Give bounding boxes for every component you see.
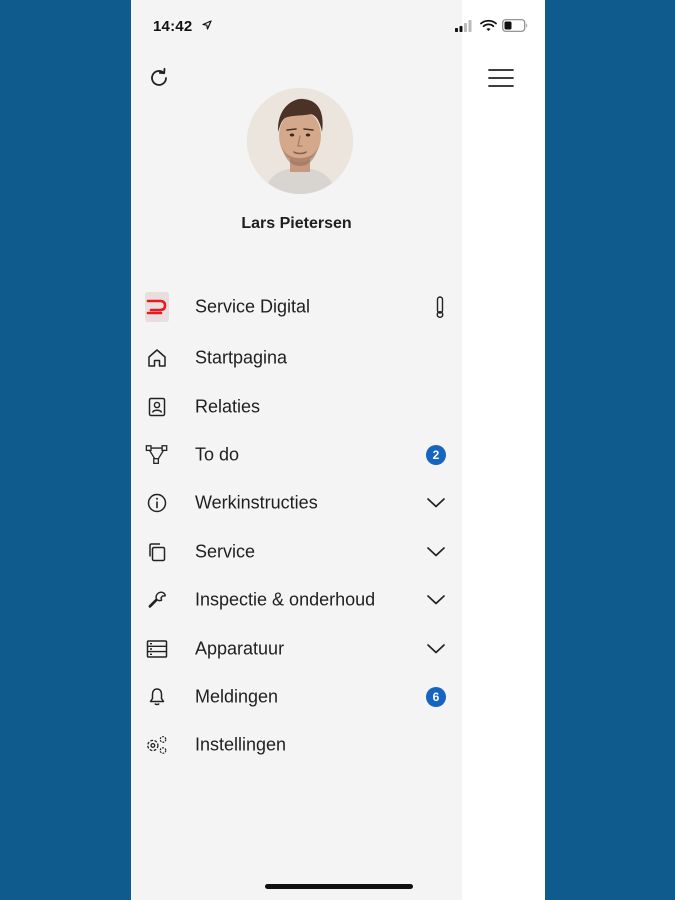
navigation-drawer: 14:42 Lars Pietersen Service Digital Sta… (131, 0, 462, 900)
battery-icon (502, 19, 528, 32)
menu-item-label: Instellingen (195, 734, 287, 755)
chevron-down-icon[interactable] (426, 643, 446, 655)
copy-icon (145, 540, 169, 564)
contact-card-icon (145, 395, 169, 419)
workflow-icon (145, 443, 169, 467)
chevron-down-icon[interactable] (426, 497, 446, 509)
home-icon (145, 346, 169, 370)
menu-item-label: Inspectie & onderhoud (195, 589, 376, 610)
notification-badge: 6 (426, 686, 446, 707)
list-box-icon (145, 637, 169, 661)
thermometer-icon (434, 295, 446, 319)
menu-item-startpagina[interactable]: Startpagina (131, 334, 462, 382)
menu-item-label: Service (195, 541, 256, 562)
chevron-down-icon[interactable] (426, 594, 446, 606)
phone-screen: 14:42 Lars Pietersen Service Digital Sta… (131, 0, 545, 900)
menu-item-instellingen[interactable]: Instellingen (131, 721, 462, 769)
menu-item-todo[interactable]: To do 2 (131, 431, 462, 479)
menu-item-label: Werkinstructies (195, 492, 318, 513)
menu-item-service[interactable]: Service (131, 528, 462, 576)
info-icon (145, 491, 169, 515)
status-time: 14:42 (153, 18, 193, 35)
chevron-down-icon[interactable] (426, 546, 446, 558)
menu-item-label: Apparatuur (195, 638, 285, 659)
bell-icon (145, 685, 169, 709)
hamburger-menu-icon[interactable] (488, 66, 514, 90)
menu-item-label: To do (195, 444, 240, 465)
location-arrow-icon (202, 20, 212, 30)
refresh-icon[interactable] (147, 66, 171, 90)
menu-item-label: Meldingen (195, 686, 279, 707)
menu-item-label: Service Digital (195, 296, 311, 317)
service-digital-logo (145, 292, 169, 322)
signal-icon (455, 20, 472, 32)
menu-list: Service Digital Startpagina Relaties To … (131, 280, 462, 770)
wrench-icon (145, 588, 169, 612)
menu-item-service-digital[interactable]: Service Digital (131, 280, 462, 334)
user-name: Lars Pietersen (241, 215, 352, 232)
notification-badge: 2 (426, 444, 446, 465)
menu-item-werkinstructies[interactable]: Werkinstructies (131, 479, 462, 527)
home-indicator (265, 884, 413, 889)
avatar (247, 88, 353, 194)
wifi-icon (480, 19, 497, 31)
menu-item-inspectie-onderhoud[interactable]: Inspectie & onderhoud (131, 576, 462, 624)
menu-item-relaties[interactable]: Relaties (131, 382, 462, 430)
menu-item-label: Relaties (195, 396, 261, 417)
menu-item-meldingen[interactable]: Meldingen 6 (131, 673, 462, 721)
settings-icon (145, 733, 169, 757)
menu-item-apparatuur[interactable]: Apparatuur (131, 624, 462, 672)
menu-item-label: Startpagina (195, 347, 288, 368)
